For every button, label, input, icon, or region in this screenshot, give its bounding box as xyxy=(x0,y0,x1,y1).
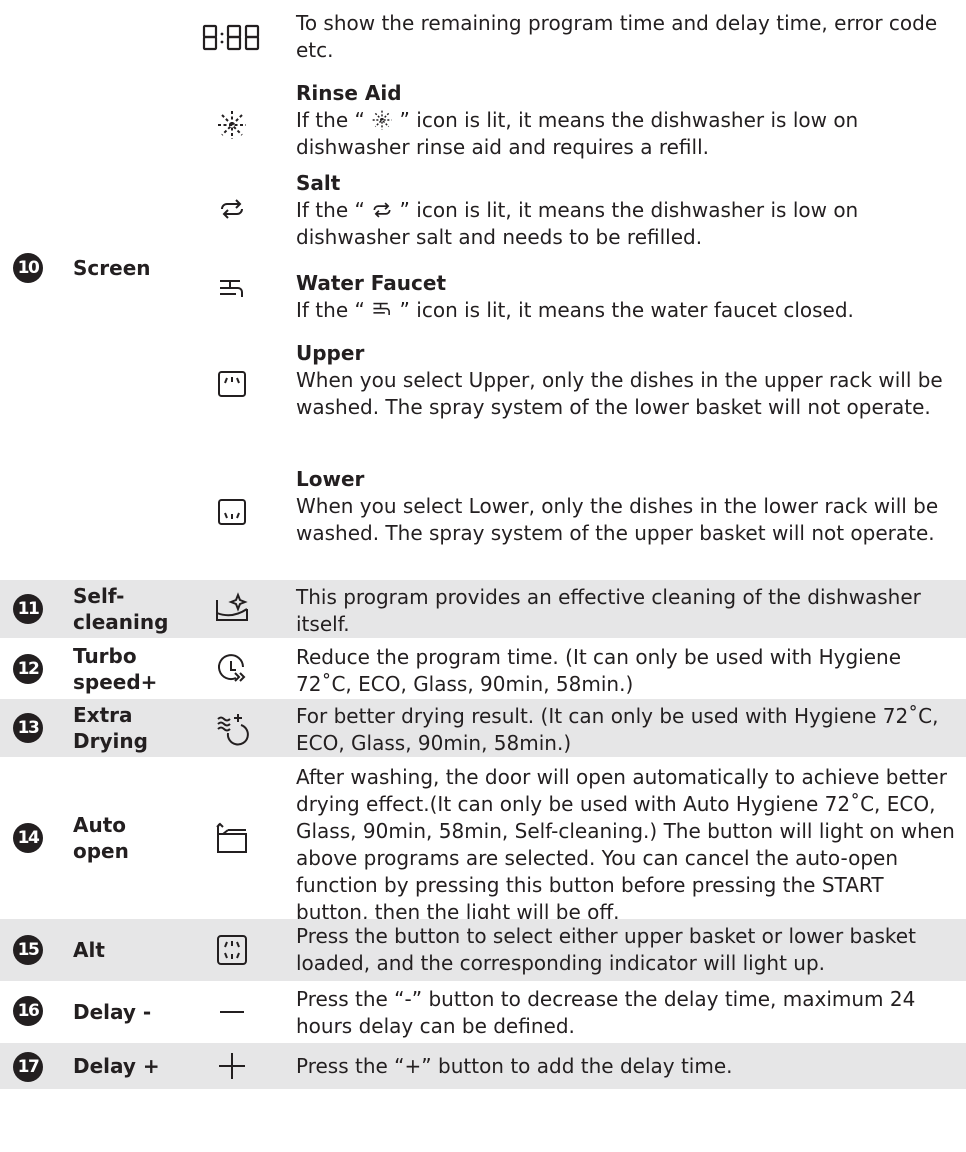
rinse-aid-icon xyxy=(197,103,267,147)
item-description: Reduce the program time. (It can only be… xyxy=(296,644,960,698)
row-auto-open: 14 Auto open After washing, the door wil… xyxy=(0,758,966,924)
item-number-badge: 16 xyxy=(13,996,43,1026)
item-description: Upper When you select Upper, only the di… xyxy=(296,340,960,421)
upper-rack-icon xyxy=(197,362,267,406)
rinse-aid-icon xyxy=(372,110,392,130)
item-number-badge: 11 xyxy=(13,594,43,624)
salt-icon xyxy=(197,187,267,231)
water-faucet-icon xyxy=(373,302,391,315)
item-description: Press the “+” button to add the delay ti… xyxy=(296,1053,960,1080)
row-delay-plus: 17 Delay + Press the “+” button to add t… xyxy=(0,1043,966,1089)
item-description: To show the remaining program time and d… xyxy=(296,10,960,64)
description-text: Press the “-” button to decrease the del… xyxy=(296,987,916,1038)
control-name: Alt xyxy=(73,938,105,962)
item-description: After washing, the door will open automa… xyxy=(296,764,960,926)
item-number-badge: 15 xyxy=(13,935,43,965)
description-text: To show the remaining program time and d… xyxy=(296,11,938,62)
description-text: If the “ ” icon is lit, it means the dis… xyxy=(296,108,859,159)
item-description: Water Faucet If the “ ” icon is lit, it … xyxy=(296,270,960,324)
row-screen: 10 Screen To show the remaining program … xyxy=(0,0,966,572)
item-number-badge: 12 xyxy=(13,654,43,684)
extra-drying-icon xyxy=(197,706,267,750)
turbo-speed-icon xyxy=(197,647,267,691)
item-number-badge: 17 xyxy=(13,1052,43,1082)
row-delay-minus: 16 Delay - Press the “-” button to decre… xyxy=(0,982,966,1042)
control-name: Extra Drying xyxy=(73,703,148,753)
item-number-badge: 14 xyxy=(13,823,43,853)
item-subheading: Salt xyxy=(296,171,341,195)
row-extra-drying: 13 Extra Drying For better drying result… xyxy=(0,699,966,757)
alt-basket-icon xyxy=(197,928,267,972)
description-text: Press the “+” button to add the delay ti… xyxy=(296,1054,733,1078)
description-text: Reduce the program time. (It can only be… xyxy=(296,645,901,696)
control-name: Auto open xyxy=(73,813,129,863)
item-number-badge: 13 xyxy=(13,713,43,743)
control-panel-table: 10 Screen To show the remaining program … xyxy=(0,0,966,1152)
description-text: If the “ ” icon is lit, it means the dis… xyxy=(296,198,859,249)
item-description: For better drying result. (It can only b… xyxy=(296,703,960,757)
item-description: Lower When you select Lower, only the di… xyxy=(296,466,960,547)
item-subheading: Lower xyxy=(296,467,365,491)
item-description: This program provides an effective clean… xyxy=(296,584,960,638)
description-text: Press the button to select either upper … xyxy=(296,924,916,975)
item-description: Press the “-” button to decrease the del… xyxy=(296,986,960,1040)
description-text: When you select Upper, only the dishes i… xyxy=(296,368,943,419)
salt-icon xyxy=(373,202,391,218)
auto-open-icon xyxy=(197,816,267,860)
description-text: This program provides an effective clean… xyxy=(296,585,921,636)
item-number-badge: 10 xyxy=(13,253,43,283)
item-description: Press the button to select either upper … xyxy=(296,923,960,977)
self-cleaning-icon xyxy=(197,587,267,631)
description-text: When you select Lower, only the dishes i… xyxy=(296,494,939,545)
row-turbo-speed: 12 Turbo speed+ Reduce the program time.… xyxy=(0,640,966,698)
item-description: Salt If the “ ” icon is lit, it means th… xyxy=(296,170,960,251)
control-name: Turbo speed+ xyxy=(73,644,158,694)
description-text: For better drying result. (It can only b… xyxy=(296,704,939,755)
row-alt: 15 Alt Press the button to select either… xyxy=(0,919,966,981)
row-self-cleaning: 11 Self- cleaning This program provides … xyxy=(0,580,966,638)
item-subheading: Water Faucet xyxy=(296,271,446,295)
water-faucet-icon xyxy=(197,268,267,312)
digit-display-icon xyxy=(197,16,267,60)
description-text: After washing, the door will open automa… xyxy=(296,765,955,924)
control-name: Delay + xyxy=(73,1054,160,1078)
lower-rack-icon xyxy=(197,490,267,534)
plus-icon xyxy=(197,1044,267,1088)
item-subheading: Upper xyxy=(296,341,365,365)
minus-icon xyxy=(197,990,267,1034)
control-name: Delay - xyxy=(73,1000,152,1024)
control-name: Self- cleaning xyxy=(73,584,169,634)
item-description: Rinse Aid If the “ ” icon is lit, it mea… xyxy=(296,80,960,161)
item-subheading: Rinse Aid xyxy=(296,81,402,105)
description-text: If the “ ” icon is lit, it means the wat… xyxy=(296,298,854,322)
control-name: Screen xyxy=(73,256,151,280)
